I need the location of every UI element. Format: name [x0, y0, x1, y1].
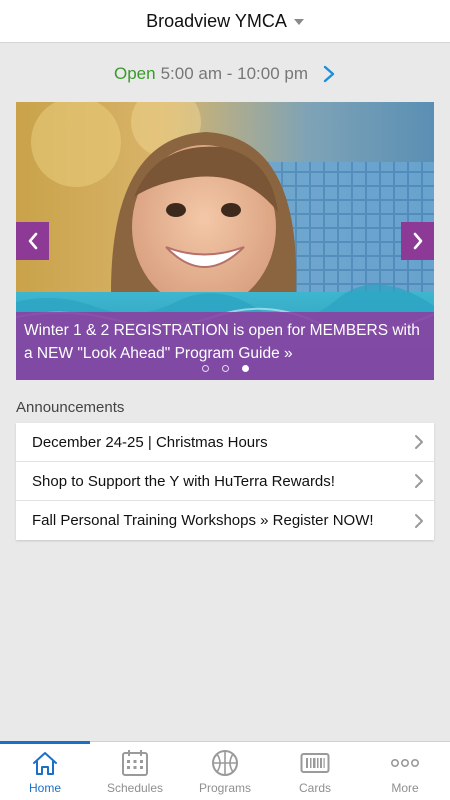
carousel-caption-text: Winter 1 & 2 REGISTRATION is open for ME… [24, 322, 420, 362]
tab-cards-label: Cards [298, 781, 331, 795]
tab-home-label: Home [28, 781, 61, 795]
chevron-right-icon [415, 435, 423, 449]
home-icon [33, 752, 57, 775]
promo-carousel[interactable]: Winter 1 & 2 REGISTRATION is open for ME… [16, 102, 434, 380]
calendar-icon [122, 750, 148, 776]
basketball-icon [212, 750, 238, 776]
tab-more[interactable]: More [360, 742, 450, 800]
carousel-next-button[interactable] [401, 222, 434, 260]
open-status: Open [113, 64, 156, 83]
hours-row[interactable]: Open 5:00 am - 10:00 pm [0, 60, 450, 88]
announcement-label: Fall Personal Training Workshops » Regis… [32, 512, 374, 529]
chevron-right-icon [415, 513, 423, 528]
tab-home[interactable]: Home [0, 741, 90, 800]
chevron-left-icon [28, 232, 37, 250]
tab-more-label: More [391, 781, 419, 795]
tab-programs[interactable]: Programs [180, 742, 270, 800]
carousel-dot[interactable] [201, 365, 209, 372]
tab-schedules-label: Schedules [106, 781, 164, 795]
location-selector[interactable]: Broadview YMCA [146, 11, 304, 32]
tab-programs-label: Programs [198, 781, 251, 795]
announcement-label: Shop to Support the Y with HuTerra Rewar… [32, 472, 335, 490]
chevron-right-icon [415, 474, 423, 488]
tab-schedules[interactable]: Schedules [90, 742, 180, 800]
announcement-item[interactable]: Fall Personal Training Workshops » Regis… [16, 501, 434, 540]
bottom-tab-bar: Home Schedules Programs Cards More [0, 741, 450, 800]
more-dots-icon [390, 758, 419, 768]
carousel-prev-button[interactable] [16, 222, 49, 260]
barcode-card-icon [300, 753, 330, 773]
chevron-right-icon [323, 65, 335, 83]
location-title: Broadview YMCA [146, 10, 287, 31]
announcement-item[interactable]: December 24-25 | Christmas Hours [16, 423, 434, 462]
chevron-right-icon [413, 232, 422, 250]
carousel-pagination [16, 365, 434, 372]
tab-cards[interactable]: Cards [270, 742, 360, 800]
hours-range: 5:00 am - 10:00 pm [160, 64, 308, 83]
announcements-list: December 24-25 | Christmas Hours Shop to… [16, 423, 434, 540]
announcement-label: December 24-25 | Christmas Hours [32, 433, 268, 451]
announcements-heading: Announcements [16, 399, 125, 416]
carousel-dot-active[interactable] [241, 365, 249, 372]
caret-down-icon [293, 19, 304, 25]
announcement-item[interactable]: Shop to Support the Y with HuTerra Rewar… [16, 462, 434, 501]
app-header: Broadview YMCA [0, 0, 450, 43]
carousel-dot[interactable] [221, 365, 229, 372]
